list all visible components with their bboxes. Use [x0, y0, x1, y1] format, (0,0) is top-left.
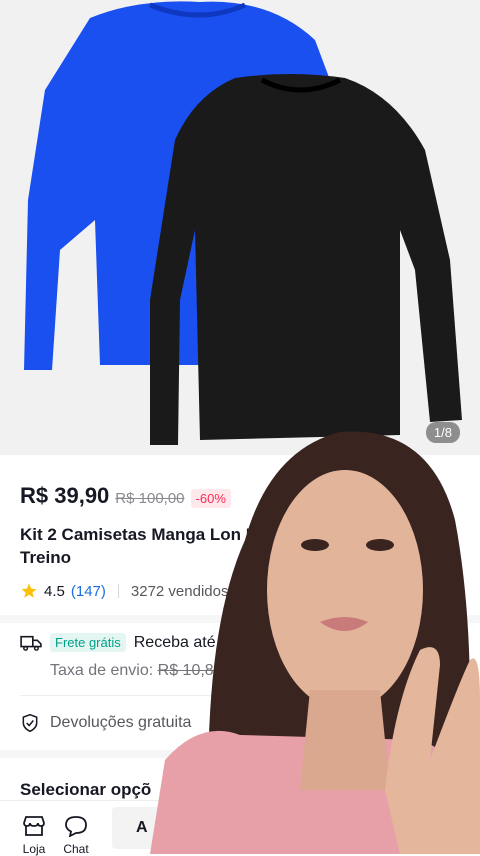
price-row: R$ 39,90 R$ 100,00 -60%	[20, 483, 231, 509]
product-image-gallery[interactable]: 1/8	[0, 0, 480, 455]
review-count-link[interactable]: (147)	[71, 583, 106, 600]
shipping-fee-label: Taxa de envio:	[50, 662, 154, 679]
divider	[117, 584, 119, 598]
shop-button[interactable]: Loja	[14, 815, 54, 856]
truck-icon	[20, 635, 42, 651]
bookmark-icon[interactable]	[442, 525, 456, 543]
product-info: R$ 39,90 R$ 100,00 -60% Kit 2 Camisetas …	[0, 455, 480, 854]
row-divider	[20, 695, 460, 696]
free-shipping-badge: Frete grátis	[50, 633, 126, 652]
shipping-row[interactable]: Frete grátis Receba até 17	[20, 633, 238, 652]
current-price: R$ 39,90	[20, 483, 110, 508]
product-image	[24, 1, 462, 445]
section-divider	[0, 615, 480, 623]
product-title: Kit 2 Camisetas Manga Lon Lisa Treino	[20, 525, 280, 567]
add-to-cart-button[interactable]: A	[112, 807, 286, 849]
shipping-fee: Taxa de envio: R$ 10,80	[50, 662, 223, 680]
shield-check-icon	[22, 713, 38, 733]
rating-value: 4.5	[44, 582, 65, 600]
rating-row[interactable]: 4.5 (147) 3272 vendidos	[20, 582, 228, 600]
star-icon	[21, 583, 37, 598]
chat-icon	[65, 816, 87, 838]
chat-button[interactable]: Chat	[56, 815, 96, 856]
returns-row[interactable]: Devoluções gratuita	[20, 713, 191, 733]
store-icon	[23, 816, 45, 836]
sold-count: 3272 vendidos	[130, 582, 229, 600]
original-price: R$ 100,00	[115, 490, 185, 507]
discount-badge: -60%	[190, 489, 231, 508]
select-options-heading[interactable]: Selecionar opçõ	[20, 780, 151, 800]
shipping-fee-value: R$ 10,80	[157, 662, 223, 679]
delivery-estimate: Receba até 17	[133, 633, 238, 651]
returns-label: Devoluções gratuita	[50, 714, 192, 731]
section-divider	[0, 750, 480, 758]
image-counter: 1/8	[425, 422, 460, 443]
bottom-action-bar: Loja Chat A	[0, 800, 480, 856]
